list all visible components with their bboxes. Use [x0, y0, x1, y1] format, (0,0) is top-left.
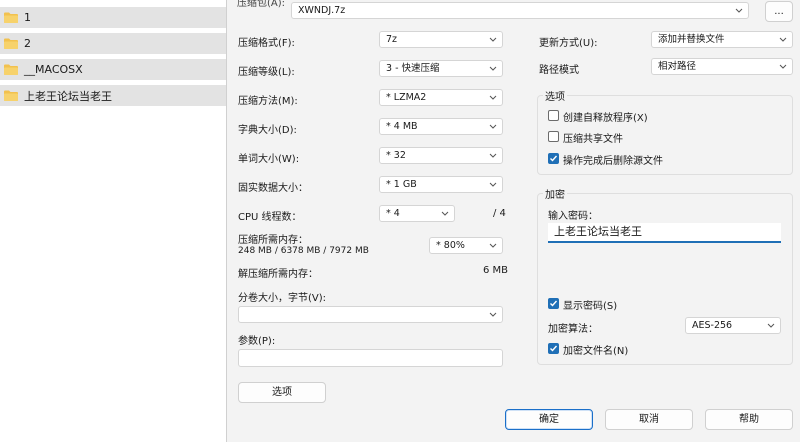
- format-label: 压缩格式(F):: [238, 38, 295, 49]
- level-label: 压缩等级(L):: [238, 67, 295, 78]
- check-icon: [550, 155, 558, 162]
- cpu-threads-value: * 4: [386, 208, 400, 219]
- check-icon: [550, 300, 558, 307]
- compress-memory-detail: 248 MB / 6378 MB / 7972 MB: [238, 246, 369, 256]
- dict-size-select[interactable]: * 4 MB: [379, 118, 503, 135]
- method-select[interactable]: * LZMA2: [379, 89, 503, 106]
- encryption-group-title: 加密: [543, 186, 567, 201]
- folder-icon: [4, 12, 18, 23]
- chevron-down-icon: [779, 64, 787, 69]
- ok-button[interactable]: 确定: [505, 409, 593, 430]
- chevron-down-icon: [779, 37, 787, 42]
- create-sfx-label: 创建自释放程序(X): [563, 113, 648, 124]
- cpu-threads-max: / 4: [493, 208, 506, 219]
- level-select[interactable]: 3 - 快速压缩: [379, 60, 503, 77]
- encryption-method-select[interactable]: AES-256: [685, 317, 781, 334]
- memory-usage-select[interactable]: * 80%: [429, 237, 503, 254]
- method-label: 压缩方法(M):: [238, 96, 298, 107]
- format-select[interactable]: 7z: [379, 31, 503, 48]
- password-input[interactable]: 上老王论坛当老王: [548, 223, 781, 243]
- format-value: 7z: [386, 34, 398, 45]
- decompress-memory-label: 解压缩所需内存：: [238, 269, 318, 280]
- options-button[interactable]: 选项: [238, 382, 326, 403]
- word-size-select[interactable]: * 32: [379, 147, 503, 164]
- dict-size-value: * 4 MB: [386, 121, 418, 132]
- path-mode-label: 路径模式: [539, 65, 579, 76]
- path-mode-select[interactable]: 相对路径: [651, 58, 793, 75]
- archive-name-combo[interactable]: XWNDJ.7z: [291, 2, 749, 19]
- compress-shared-checkbox[interactable]: [548, 131, 559, 142]
- password-label: 输入密码：: [548, 211, 598, 222]
- compress-shared-label: 压缩共享文件: [563, 134, 623, 145]
- chevron-down-icon: [489, 124, 497, 129]
- params-label: 参数(P):: [238, 336, 276, 347]
- encrypt-filenames-label: 加密文件名(N): [563, 346, 629, 357]
- options-group-title: 选项: [543, 88, 567, 103]
- chevron-down-icon: [489, 243, 497, 248]
- encrypt-filenames-checkbox[interactable]: [548, 343, 559, 354]
- folder-name: 2: [24, 37, 31, 50]
- volume-size-label: 分卷大小，字节(V):: [238, 293, 327, 304]
- params-input[interactable]: [238, 349, 503, 367]
- delete-after-checkbox[interactable]: [548, 153, 559, 164]
- list-item[interactable]: 1: [0, 7, 226, 28]
- decompress-memory-value: 6 MB: [483, 265, 509, 276]
- folder-icon: [4, 38, 18, 49]
- chevron-down-icon: [489, 153, 497, 158]
- chevron-down-icon: [489, 182, 497, 187]
- show-password-label: 显示密码(S): [563, 301, 618, 312]
- check-icon: [550, 345, 558, 352]
- level-value: 3 - 快速压缩: [386, 63, 440, 74]
- encryption-method-value: AES-256: [692, 320, 733, 331]
- solid-block-select[interactable]: * 1 GB: [379, 176, 503, 193]
- list-item[interactable]: 上老王论坛当老王: [0, 85, 226, 106]
- volume-size-combo[interactable]: [238, 306, 503, 323]
- delete-after-label: 操作完成后删除源文件: [563, 156, 663, 167]
- update-mode-label: 更新方式(U):: [539, 38, 598, 49]
- list-item[interactable]: 2: [0, 33, 226, 54]
- word-size-label: 单词大小(W):: [238, 154, 300, 165]
- archive-label: 压缩包(A):: [237, 0, 286, 9]
- list-item[interactable]: __MACOSX: [0, 59, 226, 80]
- update-mode-select[interactable]: 添加并替换文件: [651, 31, 793, 48]
- encryption-method-label: 加密算法：: [548, 324, 598, 335]
- cancel-button[interactable]: 取消: [605, 409, 693, 430]
- compress-memory-label: 压缩所需内存：: [238, 235, 308, 246]
- show-password-checkbox[interactable]: [548, 298, 559, 309]
- help-button[interactable]: 帮助: [705, 409, 793, 430]
- path-mode-value: 相对路径: [658, 61, 697, 72]
- method-value: * LZMA2: [386, 92, 427, 103]
- chevron-down-icon: [767, 323, 775, 328]
- folder-name: 上老王论坛当老王: [24, 89, 112, 103]
- dict-size-label: 字典大小(D):: [238, 125, 297, 136]
- chevron-down-icon: [441, 211, 449, 216]
- chevron-down-icon: [489, 312, 497, 317]
- add-to-archive-dialog: 压缩包(A): XWNDJ.7z ... 压缩格式(F): 7z 压缩等级(L)…: [226, 0, 800, 442]
- create-sfx-checkbox[interactable]: [548, 110, 559, 121]
- cpu-threads-select[interactable]: * 4: [379, 205, 455, 222]
- folder-name: __MACOSX: [24, 63, 83, 76]
- file-list: 1 2 __MACOSX 上老王论坛当老王: [0, 0, 226, 442]
- word-size-value: * 32: [386, 150, 406, 161]
- memory-usage-value: * 80%: [436, 240, 465, 251]
- chevron-down-icon: [489, 95, 497, 100]
- folder-icon: [4, 64, 18, 75]
- chevron-down-icon: [489, 37, 497, 42]
- folder-icon: [4, 90, 18, 101]
- chevron-down-icon: [735, 8, 743, 13]
- solid-block-label: 固实数据大小：: [238, 183, 308, 194]
- browse-button[interactable]: ...: [765, 1, 793, 22]
- chevron-down-icon: [489, 66, 497, 71]
- archive-name-value: XWNDJ.7z: [298, 5, 346, 16]
- update-mode-value: 添加并替换文件: [658, 34, 725, 45]
- folder-name: 1: [24, 11, 31, 24]
- cpu-threads-label: CPU 线程数：: [238, 212, 302, 223]
- solid-block-value: * 1 GB: [386, 179, 417, 190]
